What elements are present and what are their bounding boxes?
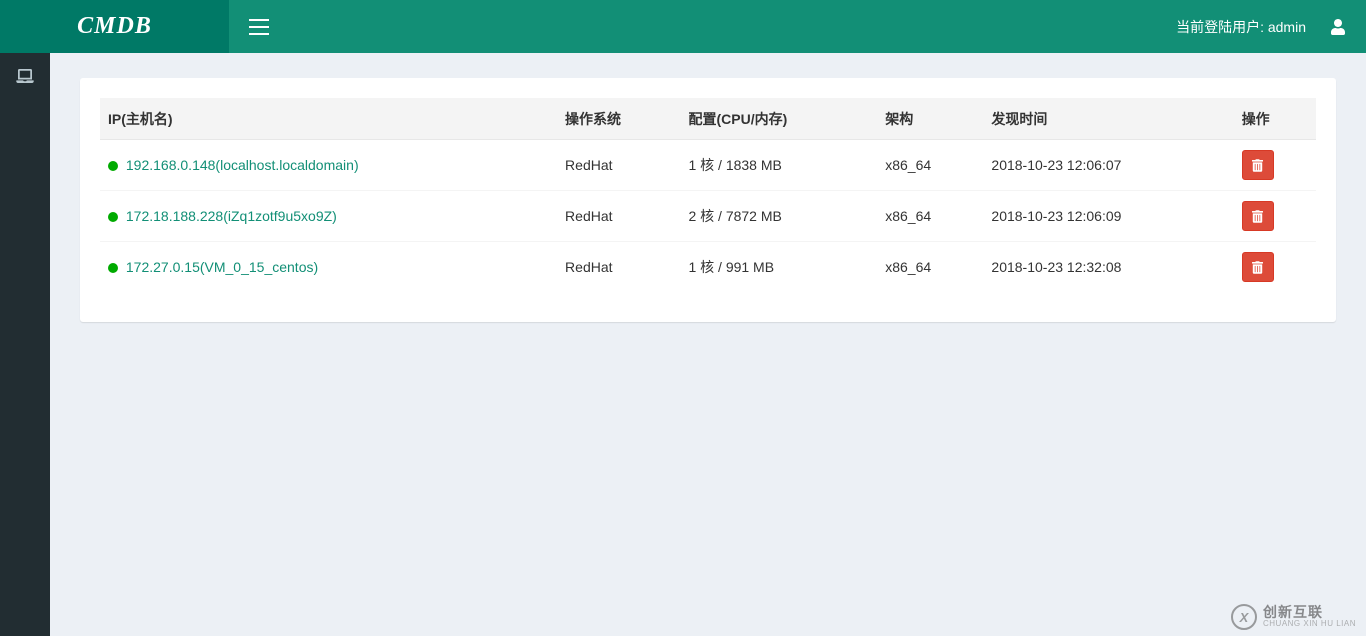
host-link[interactable]: 172.27.0.15(VM_0_15_centos) — [126, 259, 318, 275]
col-action: 操作 — [1234, 99, 1316, 140]
cell-discovered: 2018-10-23 12:06:09 — [983, 191, 1233, 242]
table-row: 172.27.0.15(VM_0_15_centos) RedHat 1 核 /… — [100, 242, 1316, 293]
cell-config: 1 核 / 1838 MB — [680, 140, 877, 191]
trash-icon — [1252, 210, 1263, 223]
sidebar-item-hosts[interactable] — [0, 53, 50, 98]
col-discovered: 发现时间 — [983, 99, 1233, 140]
user-icon[interactable] — [1330, 19, 1346, 35]
sidebar — [0, 53, 50, 636]
cell-discovered: 2018-10-23 12:32:08 — [983, 242, 1233, 293]
cell-config: 2 核 / 7872 MB — [680, 191, 877, 242]
laptop-icon — [16, 69, 34, 83]
col-arch: 架构 — [877, 99, 983, 140]
logo-bar: CMDB — [0, 0, 229, 53]
top-bar: 当前登陆用户: admin — [229, 0, 1366, 53]
trash-icon — [1252, 261, 1263, 274]
col-ip: IP(主机名) — [100, 99, 557, 140]
delete-button[interactable] — [1242, 252, 1274, 282]
col-config: 配置(CPU/内存) — [680, 99, 877, 140]
cell-arch: x86_64 — [877, 140, 983, 191]
cell-discovered: 2018-10-23 12:06:07 — [983, 140, 1233, 191]
cell-os: RedHat — [557, 191, 680, 242]
table-row: 172.18.188.228(iZq1zotf9u5xo9Z) RedHat 2… — [100, 191, 1316, 242]
hosts-panel: IP(主机名) 操作系统 配置(CPU/内存) 架构 发现时间 操作 192.1… — [80, 78, 1336, 322]
host-link[interactable]: 172.18.188.228(iZq1zotf9u5xo9Z) — [126, 208, 337, 224]
trash-icon — [1252, 159, 1263, 172]
cell-os: RedHat — [557, 242, 680, 293]
app-logo[interactable]: CMDB — [77, 13, 152, 40]
status-dot-icon — [108, 161, 118, 171]
top-right: 当前登陆用户: admin — [1176, 17, 1346, 37]
watermark-logo-icon: X — [1231, 604, 1257, 630]
delete-button[interactable] — [1242, 201, 1274, 231]
cell-arch: x86_64 — [877, 191, 983, 242]
host-link[interactable]: 192.168.0.148(localhost.localdomain) — [126, 157, 359, 173]
current-user-label: 当前登陆用户: admin — [1176, 17, 1306, 37]
status-dot-icon — [108, 212, 118, 222]
hosts-table: IP(主机名) 操作系统 配置(CPU/内存) 架构 发现时间 操作 192.1… — [100, 98, 1316, 292]
cell-arch: x86_64 — [877, 242, 983, 293]
delete-button[interactable] — [1242, 150, 1274, 180]
content-area: IP(主机名) 操作系统 配置(CPU/内存) 架构 发现时间 操作 192.1… — [50, 53, 1366, 636]
watermark: X 创新互联 CHUANG XIN HU LIAN — [1231, 604, 1356, 630]
table-row: 192.168.0.148(localhost.localdomain) Red… — [100, 140, 1316, 191]
watermark-sub: CHUANG XIN HU LIAN — [1263, 620, 1356, 629]
col-os: 操作系统 — [557, 99, 680, 140]
cell-config: 1 核 / 991 MB — [680, 242, 877, 293]
watermark-main: 创新互联 — [1263, 605, 1356, 620]
status-dot-icon — [108, 263, 118, 273]
menu-toggle-icon[interactable] — [249, 19, 269, 35]
cell-os: RedHat — [557, 140, 680, 191]
